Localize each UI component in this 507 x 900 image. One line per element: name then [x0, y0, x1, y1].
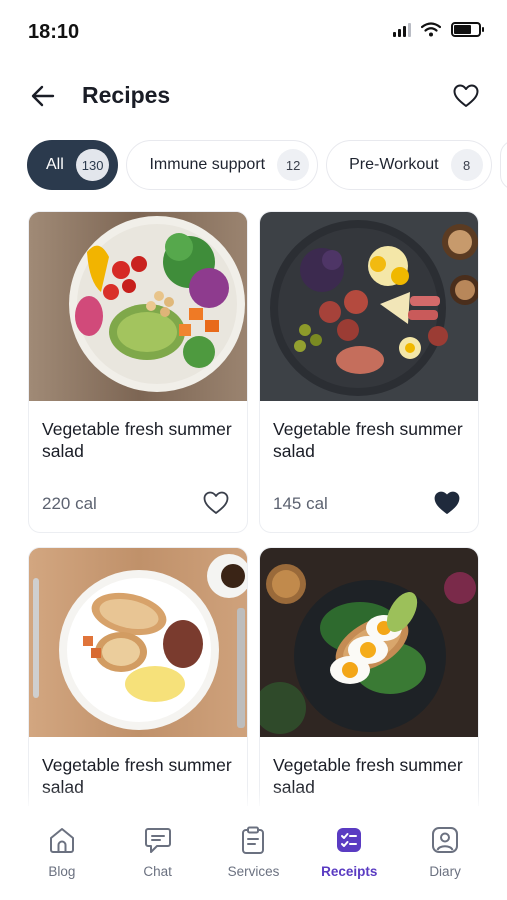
filter-chip-count: 8	[450, 149, 483, 181]
status-bar: 18:10	[0, 0, 507, 66]
chat-icon	[142, 824, 174, 856]
arrow-left-icon	[31, 85, 55, 107]
battery-icon	[451, 22, 484, 37]
filter-chip-more[interactable]	[499, 140, 507, 190]
recipe-card[interactable]: Vegetable fresh summer salad 220 cal	[28, 211, 248, 533]
nav-label: Blog	[48, 864, 76, 879]
like-button[interactable]	[201, 489, 231, 517]
filter-chip-label: All	[46, 156, 64, 173]
nav-item-blog[interactable]: Blog	[22, 806, 102, 900]
checklist-icon	[333, 824, 365, 856]
favorites-button[interactable]	[449, 80, 483, 112]
recipe-card[interactable]: Vegetable fresh summer salad 145 cal	[259, 211, 479, 533]
wifi-icon	[421, 22, 441, 37]
nav-label: Services	[227, 864, 280, 879]
heart-icon	[453, 84, 479, 107]
nav-label: Diary	[429, 864, 461, 879]
filter-chip-pre-workout[interactable]: Pre-Workout 8	[326, 140, 492, 190]
page-title: Recipes	[82, 82, 171, 108]
recipe-title: Vegetable fresh summer salad	[42, 755, 232, 797]
heart-outline-icon	[203, 491, 229, 514]
nav-label: Chat	[143, 864, 172, 879]
heart-filled-icon	[434, 491, 460, 514]
recipe-image-egg-toast	[260, 548, 478, 737]
filter-chip-label: Immune support	[149, 156, 266, 173]
filter-chip-count: 12	[277, 149, 310, 181]
filter-chip-immune-support[interactable]: Immune support 12	[126, 140, 319, 190]
recipe-image-breakfast-plate	[29, 548, 247, 737]
recipe-image-cheese-fruit-platter	[260, 212, 478, 401]
like-button[interactable]	[432, 489, 462, 517]
clipboard-icon	[237, 824, 269, 856]
filter-chip-all[interactable]: All 130	[27, 140, 119, 190]
recipe-image-salad-bowl	[29, 212, 247, 401]
nav-item-services[interactable]: Services	[213, 806, 293, 900]
filter-chips: All 130 Immune support 12 Pre-Workout 8	[27, 140, 507, 190]
back-button[interactable]	[26, 80, 60, 112]
bottom-nav: Blog Chat Services Receipts Diary	[0, 806, 507, 900]
nav-item-chat[interactable]: Chat	[118, 806, 198, 900]
filter-chip-count: 130	[75, 149, 110, 181]
header: Recipes	[0, 66, 507, 126]
status-icons	[393, 22, 484, 37]
nav-item-diary[interactable]: Diary	[405, 806, 485, 900]
user-square-icon	[429, 824, 461, 856]
status-time: 18:10	[28, 21, 80, 43]
recipe-calories: 220 cal	[42, 494, 97, 513]
filter-chip-label: Pre-Workout	[349, 156, 439, 173]
recipe-calories: 145 cal	[273, 494, 328, 513]
recipe-title: Vegetable fresh summer salad	[273, 419, 463, 461]
recipe-title: Vegetable fresh summer salad	[42, 419, 232, 461]
nav-item-receipts[interactable]: Receipts	[309, 806, 389, 900]
home-icon	[46, 824, 78, 856]
cellular-signal-icon	[393, 22, 411, 37]
recipe-title: Vegetable fresh summer salad	[273, 755, 463, 797]
nav-label: Receipts	[321, 864, 378, 879]
